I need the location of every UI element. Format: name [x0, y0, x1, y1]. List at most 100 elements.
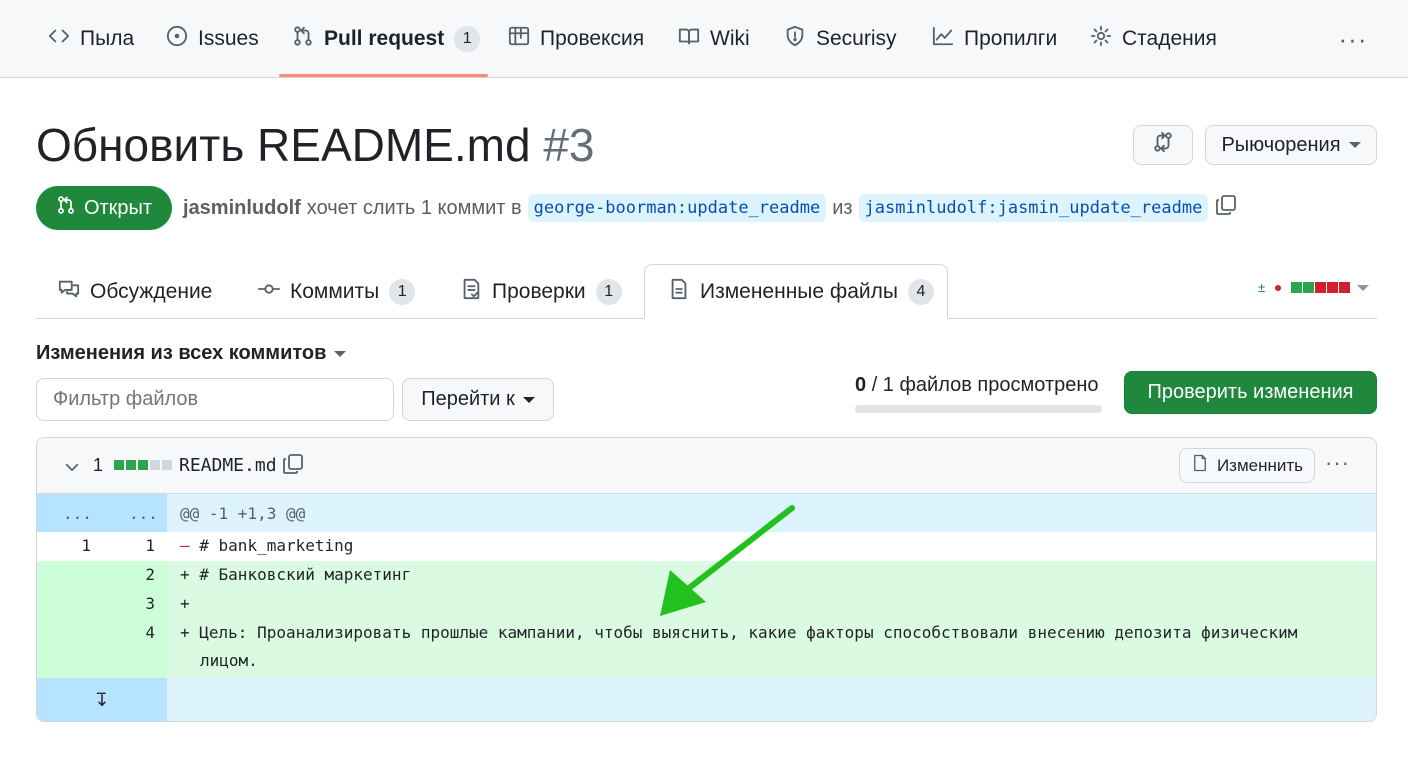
expand-row	[37, 678, 1376, 721]
hunk-right-dots: ...	[129, 504, 158, 523]
tab-conversation-label: Обсуждение	[90, 280, 213, 303]
diffstat-block	[162, 460, 172, 470]
git-pull-request-icon	[292, 25, 314, 53]
diffstat-block	[1339, 282, 1351, 293]
nav-security[interactable]: Securisy	[784, 0, 897, 78]
diff-sign: +	[180, 623, 190, 642]
viewed-progress-bar	[855, 405, 1102, 413]
shield-icon	[784, 25, 806, 53]
pr-state-badge: Открыт	[36, 186, 172, 230]
pr-from-text: из	[832, 196, 853, 219]
file-diffstat-blocks	[114, 460, 172, 470]
pr-title: Обновить README.md #3	[36, 118, 595, 172]
diffstat-block	[126, 460, 136, 470]
nav-pull-requests[interactable]: Pull request 1	[292, 0, 481, 78]
chevron-down-icon	[1357, 284, 1370, 291]
files-changed-count: 4	[907, 278, 934, 305]
book-icon	[678, 25, 700, 53]
nav-projects[interactable]: Провексия	[508, 0, 644, 78]
pr-title-text: Обновить README.md	[36, 119, 531, 171]
diffstat-block	[1327, 282, 1339, 293]
file-changes-count: 1	[93, 455, 104, 475]
chevron-down-icon	[334, 350, 347, 357]
new-line-number[interactable]: 3	[37, 594, 155, 613]
diff-line-continuation: лицом.	[200, 651, 258, 670]
chevron-down-icon	[1348, 142, 1361, 148]
new-line-number[interactable]: 2	[37, 565, 155, 584]
file-name[interactable]: README.md	[179, 455, 277, 476]
diff-line-code: – # bank_marketing	[180, 536, 353, 555]
nav-wiki[interactable]: Wiki	[678, 0, 750, 78]
new-line-number[interactable]: 4	[37, 623, 155, 642]
pin-icon	[1275, 284, 1282, 291]
jump-to-label: Перейти к	[421, 388, 515, 410]
diff-line-code: + Цель: Проанализировать прошлые кампани…	[180, 623, 1297, 642]
diff-line: 4 + Цель: Проанализировать прошлые кампа…	[37, 619, 1376, 678]
file-icon	[1191, 454, 1209, 477]
diffstat-block	[150, 460, 160, 470]
file-more-button[interactable]: ···	[1325, 450, 1350, 476]
pr-action-text: хочет слить 1 коммит в	[306, 196, 522, 219]
pull-requests-count: 1	[454, 26, 481, 52]
diff-line: 1 1 – # bank_marketing	[37, 532, 1376, 561]
diffstat-block	[1291, 282, 1303, 293]
jump-to-button[interactable]: Перейти к	[402, 378, 554, 421]
code-icon	[48, 25, 70, 53]
unfold-icon[interactable]	[93, 690, 111, 714]
checklist-icon	[460, 278, 482, 306]
git-commit-icon	[258, 278, 280, 306]
viewed-count: 0	[855, 374, 867, 396]
edit-dropdown-label: Рыючорения	[1221, 133, 1341, 156]
edit-file-button[interactable]: Изменнить	[1179, 448, 1315, 483]
changes-from-dropdown[interactable]: Изменения из всех коммитов	[36, 342, 347, 365]
tab-checks-label: Проверки	[492, 280, 586, 303]
base-branch[interactable]: george-boorman:update_readme	[527, 194, 827, 222]
file-diff: 1 README.md Изменнить ··· ... ... @@ -1 …	[36, 437, 1377, 722]
diffstat-summary[interactable]: ±	[1258, 280, 1370, 295]
chevron-down-icon	[522, 396, 535, 403]
git-pull-request-icon	[56, 195, 76, 221]
diffstat-blocks	[1291, 282, 1351, 293]
tab-files-changed[interactable]: Измененные файлы 4	[644, 264, 948, 319]
nav-issues-label: Issues	[198, 27, 259, 50]
nav-code[interactable]: Пыла	[48, 0, 134, 78]
tab-files-changed-label: Измененные файлы	[700, 279, 898, 303]
nav-selected-underline	[279, 74, 488, 77]
nav-insights[interactable]: Пропилги	[932, 0, 1057, 78]
new-line-number[interactable]: 1	[37, 536, 155, 555]
gear-icon	[1090, 25, 1112, 53]
nav-projects-label: Провексия	[540, 27, 645, 50]
diffstat-block	[138, 460, 148, 470]
diffstat-block	[114, 460, 124, 470]
hunk-header: @@ -1 +1,3 @@	[180, 504, 306, 523]
diff-line-text: Цель: Проанализировать прошлые кампании,…	[189, 623, 1298, 642]
diff-line-text: # bank_marketing	[189, 536, 354, 555]
diffstat-block	[1303, 282, 1315, 293]
code-button[interactable]	[1133, 125, 1193, 165]
tab-commits[interactable]: Коммиты 1	[258, 266, 416, 318]
chevron-down-icon[interactable]	[63, 458, 81, 481]
copy-icon[interactable]	[1214, 193, 1238, 223]
nav-wiki-label: Wiki	[710, 27, 750, 50]
tab-conversation[interactable]: Обсуждение	[58, 266, 212, 318]
changes-from-label: Изменения из всех коммитов	[36, 342, 327, 364]
diff-line: 3 +	[37, 590, 1376, 619]
review-changes-button[interactable]: Проверить изменения	[1124, 371, 1377, 414]
diff-sign: +	[180, 565, 190, 584]
head-branch[interactable]: jasminludolf:jasmin_update_readme	[858, 194, 1209, 222]
copy-icon[interactable]	[281, 452, 305, 481]
diff-line-code: +	[180, 594, 190, 613]
pr-meta: jasminludolf хочет слить 1 коммит в geor…	[183, 192, 1238, 224]
nav-settings[interactable]: Стадения	[1090, 0, 1217, 78]
edit-dropdown-button[interactable]: Рыючорения	[1205, 125, 1377, 165]
tab-checks[interactable]: Проверки 1	[460, 266, 622, 318]
hunk-left-dots: ...	[63, 504, 92, 523]
pr-author[interactable]: jasminludolf	[183, 197, 301, 220]
file-filter-input[interactable]	[36, 378, 394, 421]
diff-line-code: + # Банковский маркетинг	[180, 565, 411, 584]
nav-issues[interactable]: Issues	[166, 0, 259, 78]
file-header: 1 README.md Изменнить ···	[37, 438, 1376, 494]
file-diff-icon	[668, 278, 690, 306]
nav-more-button[interactable]: ···	[1336, 24, 1370, 54]
comment-discussion-icon	[58, 278, 80, 306]
